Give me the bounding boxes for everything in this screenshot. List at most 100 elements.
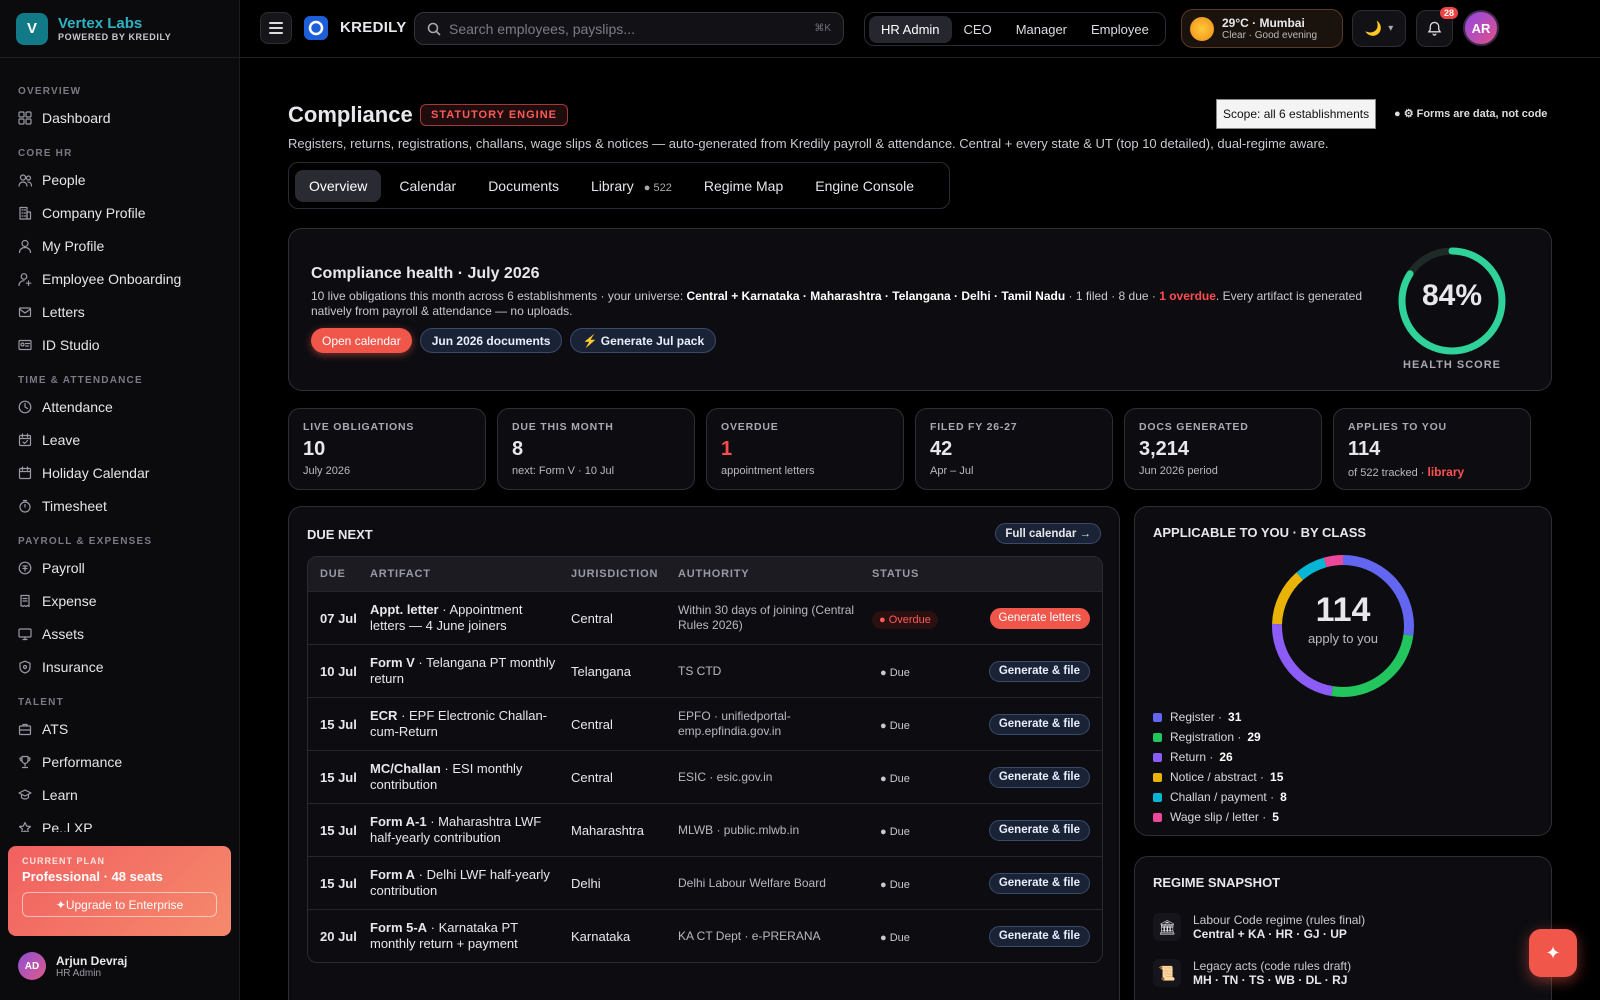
tab-regime-map[interactable]: Regime Map — [690, 170, 797, 202]
health-score-value: 84% — [1421, 279, 1483, 312]
sidebar-item-letters[interactable]: Letters — [0, 295, 240, 328]
sidebar-item-label: Company Profile — [42, 204, 146, 221]
legend-swatch — [1153, 812, 1162, 822]
sidebar-item-insurance[interactable]: Insurance — [0, 650, 240, 683]
kpi-applies-to-you[interactable]: APPLIES TO YOU 114 of 522 tracked · libr… — [1333, 408, 1531, 490]
user-plus-icon — [18, 272, 32, 286]
generate-file-button[interactable]: Generate & file — [988, 872, 1090, 894]
kpi-label: LIVE OBLIGATIONS — [303, 421, 415, 433]
table-row[interactable]: 10 Jul Form V · Telangana PT monthly ret… — [308, 644, 1102, 697]
id-card-icon — [18, 338, 32, 352]
status-badge: ● Due — [880, 825, 910, 838]
role-manager[interactable]: Manager — [1004, 16, 1079, 43]
open-calendar-button[interactable]: Open calendar — [311, 328, 412, 353]
sidebar-item-id-studio[interactable]: ID Studio — [0, 328, 240, 361]
sidebar-item-company-profile[interactable]: Company Profile — [0, 196, 240, 229]
scope-select[interactable]: Scope: all 6 establishments — [1216, 99, 1377, 129]
table-row[interactable]: 15 Jul ECR · EPF Electronic Challan-cum-… — [308, 697, 1102, 750]
sidebar-item-ats[interactable]: ATS — [0, 712, 240, 745]
artifact: ECR · EPF Electronic Challan-cum-Return — [370, 708, 548, 739]
sidebar-item-label: Holiday Calendar — [42, 464, 150, 481]
kpi-docs-generated[interactable]: DOCS GENERATED 3,214 Jun 2026 period — [1124, 408, 1322, 490]
sidebar-item-timesheet[interactable]: Timesheet — [0, 489, 240, 522]
user-icon — [18, 239, 32, 253]
tab-overview[interactable]: Overview — [295, 169, 382, 202]
generate-file-button[interactable]: Generate & file — [988, 819, 1090, 841]
generate-file-button[interactable]: Generate & file — [988, 713, 1090, 735]
brand[interactable]: V Vertex Labs POWERED BY KREDILY — [0, 0, 239, 58]
user-card[interactable]: AD Arjun Devraj HR Admin — [18, 952, 127, 980]
star-icon — [18, 821, 32, 832]
tab-calendar[interactable]: Calendar — [385, 170, 470, 202]
jurisdiction: Central — [571, 716, 613, 732]
app-root: V Vertex Labs POWERED BY KREDILY OVERVIE… — [0, 0, 1600, 1000]
tab-engine-console[interactable]: Engine Console — [801, 170, 928, 202]
theme-toggle[interactable]: 🌙 ▾ — [1352, 10, 1406, 47]
sidebar-item-dashboard[interactable]: Dashboard — [0, 101, 240, 134]
sidebar-item-leave[interactable]: Leave — [0, 423, 240, 456]
kpi-value: 8 — [512, 438, 524, 460]
sidebar-item-learn[interactable]: Learn — [0, 778, 240, 811]
calendar-icon — [18, 465, 32, 480]
sidebar-item-people[interactable]: People — [0, 163, 240, 196]
role-ceo[interactable]: CEO — [952, 16, 1004, 43]
sidebar-item-assets[interactable]: Assets — [0, 617, 240, 650]
sidebar-item-label: Assets — [42, 625, 85, 642]
legend-label: Register — [1170, 710, 1215, 724]
sidebar-item-payroll[interactable]: Payroll — [0, 551, 240, 584]
sidebar-item-pe-l-xp[interactable]: Pe..l XP — [0, 811, 240, 832]
table-row[interactable]: 15 Jul MC/Challan · ESI monthly contribu… — [308, 750, 1102, 803]
menu-button[interactable] — [260, 12, 292, 44]
sidebar-item-employee-onboarding[interactable]: Employee Onboarding — [0, 262, 240, 295]
generate-file-button[interactable]: Generate & file — [988, 925, 1090, 947]
role-employee[interactable]: Employee — [1079, 16, 1161, 43]
upgrade-button[interactable]: ✦Upgrade to Enterprise — [22, 892, 217, 917]
kpi-live-obligations[interactable]: LIVE OBLIGATIONS 10 July 2026 — [288, 408, 486, 490]
full-calendar-button[interactable]: Full calendar → — [995, 523, 1101, 544]
statutory-engine-tag: STATUTORY ENGINE — [420, 104, 569, 126]
sidebar-item-my-profile[interactable]: My Profile — [0, 229, 240, 262]
sidebar-item-attendance[interactable]: Attendance — [0, 390, 240, 423]
kpi-overdue[interactable]: OVERDUE 1 appointment letters — [706, 408, 904, 490]
search-bar[interactable]: ⌘K — [414, 12, 844, 45]
kpi-due-this-month[interactable]: DUE THIS MONTH 8 next: Form V · 10 Jul — [497, 408, 695, 490]
sidebar-item-performance[interactable]: Performance — [0, 745, 240, 778]
table-row[interactable]: 15 Jul Form A-1 · Maharashtra LWF half-y… — [308, 803, 1102, 856]
profile-avatar[interactable]: AR — [1463, 10, 1499, 46]
legend-count: 29 — [1247, 730, 1261, 744]
search-input[interactable] — [449, 20, 815, 37]
jun-documents-button[interactable]: Jun 2026 documents — [419, 328, 563, 353]
tab-label: Calendar — [399, 177, 457, 194]
role-hr-admin[interactable]: HR Admin — [869, 15, 952, 43]
notification-count: 28 — [1439, 7, 1458, 19]
timer-icon — [18, 499, 32, 513]
chevron-down-icon: ▾ — [1388, 23, 1394, 34]
mail-icon — [18, 305, 32, 319]
overdue-text: 1 overdue — [1159, 289, 1216, 303]
tab-library[interactable]: Library ● 522 — [577, 170, 686, 202]
generate-pack-button[interactable]: ⚡ Generate Jul pack — [570, 328, 717, 353]
user-role: HR Admin — [56, 967, 102, 979]
generate-file-button[interactable]: Generate & file — [988, 660, 1090, 682]
applicable-total: 114 — [1315, 591, 1371, 629]
assistant-fab[interactable]: ✦ — [1529, 929, 1577, 977]
jurisdiction: Maharashtra — [571, 822, 644, 838]
table-row[interactable]: 20 Jul Form 5-A · Karnataka PT monthly r… — [308, 909, 1102, 962]
table-row[interactable]: 15 Jul Form A · Delhi LWF half-yearly co… — [308, 856, 1102, 909]
library-link[interactable]: library — [1428, 465, 1465, 479]
notifications-button[interactable]: 28 — [1416, 7, 1458, 47]
health-score-label: HEALTH SCORE — [1403, 359, 1501, 371]
weather-widget[interactable]: 29°C · Mumbai Clear · Good evening — [1181, 9, 1343, 48]
artifact: Form 5-A · Karnataka PT monthly return +… — [370, 920, 518, 951]
sidebar-item-expense[interactable]: Expense — [0, 584, 240, 617]
shield-icon — [18, 660, 32, 674]
table-row[interactable]: 07 Jul Appt. letter · Appointment letter… — [308, 591, 1102, 644]
kpi-label: OVERDUE — [721, 421, 779, 433]
tab-documents[interactable]: Documents — [474, 170, 573, 202]
generate-letters-button[interactable]: Generate letters — [989, 607, 1090, 629]
jurisdiction: Delhi — [571, 875, 601, 891]
regime-row: 📜 Legacy acts (code rules draft) MH · TN … — [1153, 959, 1351, 987]
sidebar-item-holiday-calendar[interactable]: Holiday Calendar — [0, 456, 240, 489]
kpi-filed-fy-26-27[interactable]: FILED FY 26-27 42 Apr – Jul — [915, 408, 1113, 490]
generate-file-button[interactable]: Generate & file — [988, 766, 1090, 788]
